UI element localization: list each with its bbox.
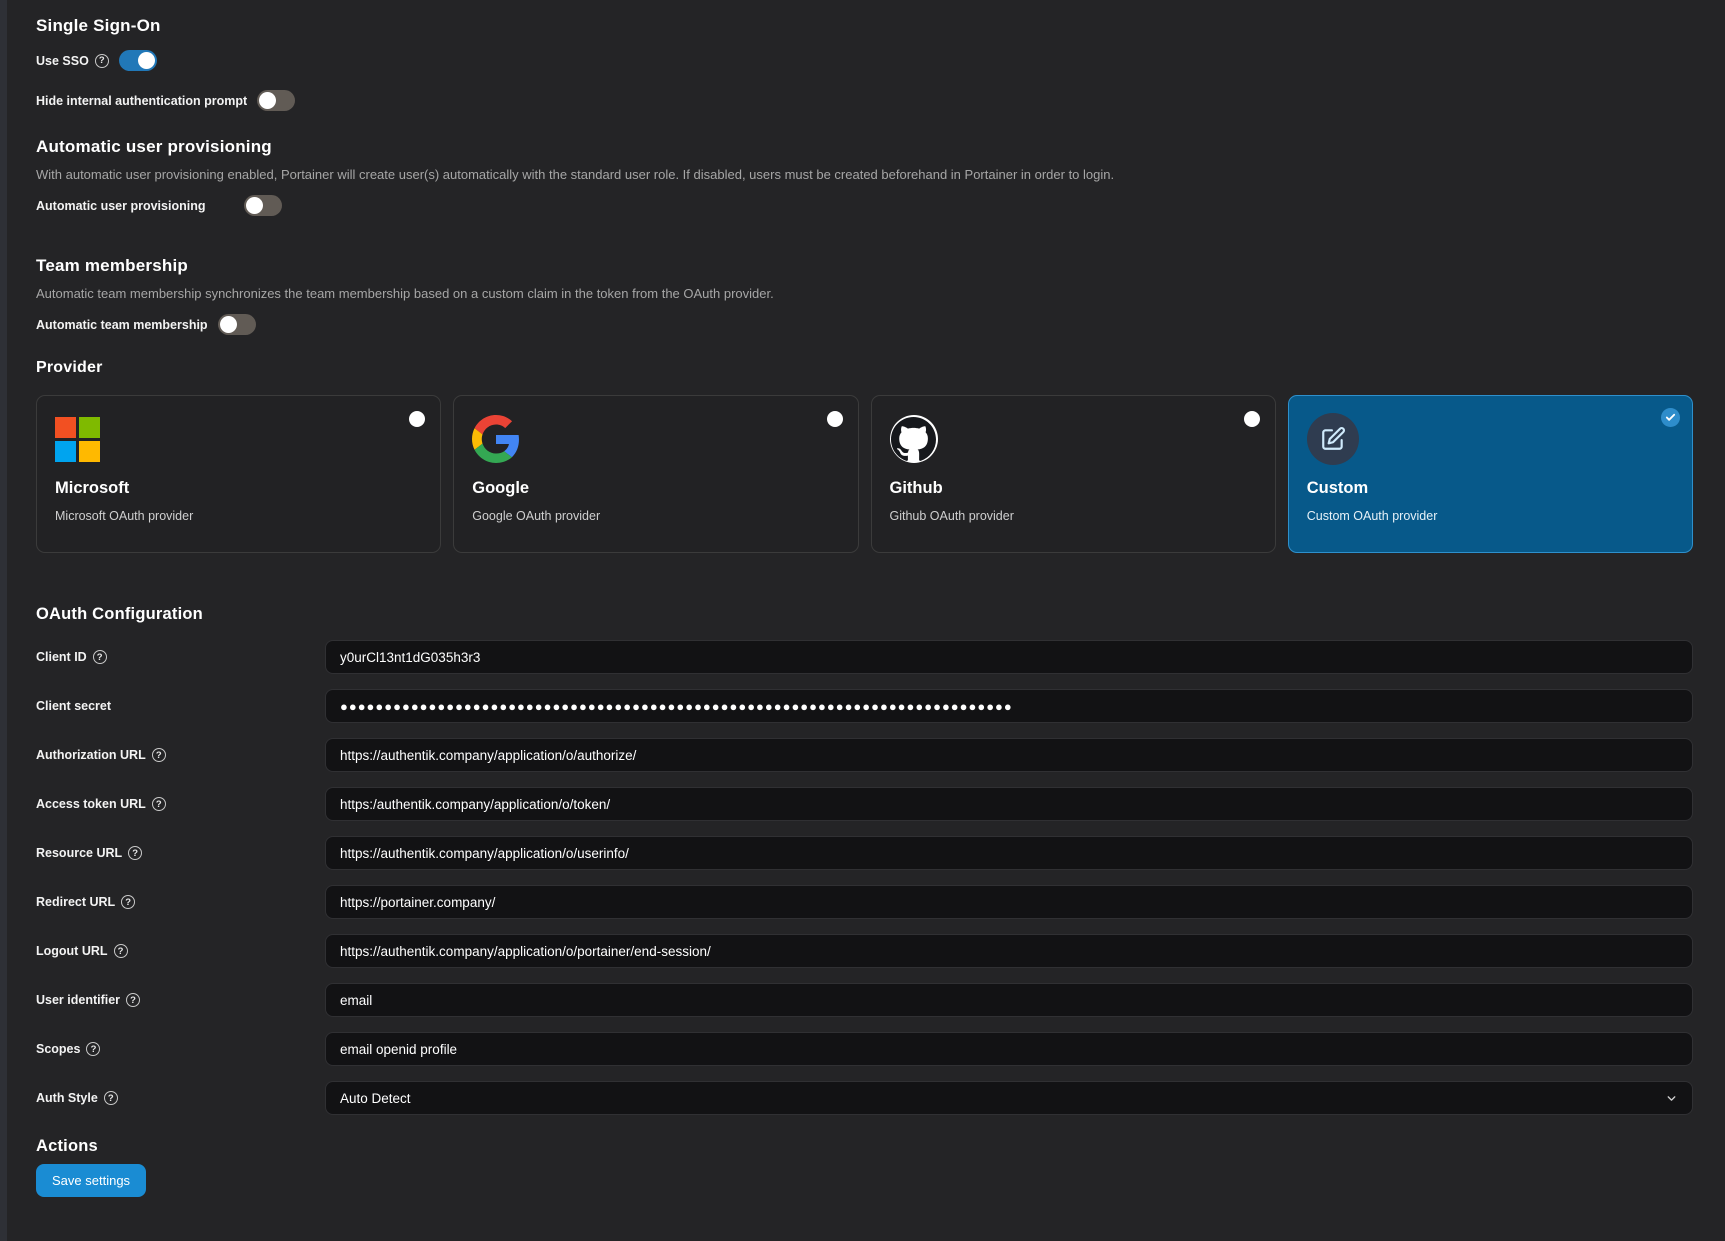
single-sign-on-heading: Single Sign-On: [36, 16, 1693, 36]
google-logo-icon: [472, 415, 520, 463]
auto-team-membership-toggle[interactable]: [218, 314, 256, 335]
help-icon[interactable]: ?: [152, 748, 166, 762]
help-icon[interactable]: ?: [114, 944, 128, 958]
oauth-form: Client ID? Client secret Authorization U…: [36, 640, 1693, 1115]
toggle-knob: [246, 197, 263, 214]
toggle-knob: [259, 92, 276, 109]
access-token-url-label: Access token URL?: [36, 797, 166, 811]
help-icon[interactable]: ?: [104, 1091, 118, 1105]
help-icon[interactable]: ?: [126, 993, 140, 1007]
auth-style-selected-value: Auto Detect: [340, 1091, 411, 1106]
logout-url-input[interactable]: [325, 934, 1693, 968]
auto-user-provisioning-toggle[interactable]: [244, 195, 282, 216]
chevron-down-icon: [1665, 1092, 1678, 1105]
logout-url-row: Logout URL?: [36, 934, 1693, 968]
provider-heading: Provider: [36, 359, 1693, 377]
redirect-url-label: Redirect URL?: [36, 895, 135, 909]
use-sso-label: Use SSO ?: [36, 54, 109, 68]
auto-user-provisioning-label: Automatic user provisioning: [36, 199, 234, 213]
hide-internal-auth-row: Hide internal authentication prompt: [36, 90, 1693, 111]
auto-team-membership-label: Automatic team membership: [36, 318, 208, 332]
actions-heading: Actions: [36, 1137, 1693, 1156]
toggle-knob: [138, 52, 155, 69]
team-membership-heading: Team membership: [36, 256, 1693, 276]
scopes-row: Scopes?: [36, 1032, 1693, 1066]
provider-card-microsoft[interactable]: Microsoft Microsoft OAuth provider: [36, 395, 441, 553]
provider-cards: Microsoft Microsoft OAuth provider Googl…: [36, 395, 1693, 553]
provider-card-subtitle: Github OAuth provider: [890, 509, 1257, 523]
provider-card-custom[interactable]: Custom Custom OAuth provider: [1288, 395, 1693, 553]
help-icon[interactable]: ?: [95, 54, 109, 68]
auto-user-provisioning-heading: Automatic user provisioning: [36, 137, 1693, 157]
access-token-url-input[interactable]: [325, 787, 1693, 821]
authorization-url-input[interactable]: [325, 738, 1693, 772]
save-settings-button[interactable]: Save settings: [36, 1164, 146, 1197]
user-identifier-row: User identifier?: [36, 983, 1693, 1017]
auto-user-provisioning-row: Automatic user provisioning: [36, 195, 1693, 216]
radio-unselected-icon[interactable]: [409, 411, 425, 427]
auth-style-row: Auth Style? Auto Detect: [36, 1081, 1693, 1115]
microsoft-logo-icon: [55, 417, 100, 462]
client-id-row: Client ID?: [36, 640, 1693, 674]
hide-internal-auth-toggle[interactable]: [257, 90, 295, 111]
oauth-configuration-heading: OAuth Configuration: [36, 605, 1693, 624]
use-sso-toggle[interactable]: [119, 50, 157, 71]
help-icon[interactable]: ?: [121, 895, 135, 909]
client-secret-input[interactable]: [325, 689, 1693, 723]
redirect-url-row: Redirect URL?: [36, 885, 1693, 919]
radio-unselected-icon[interactable]: [1244, 411, 1260, 427]
custom-edit-icon: [1307, 413, 1359, 465]
provider-card-subtitle: Custom OAuth provider: [1307, 509, 1674, 523]
logout-url-label: Logout URL?: [36, 944, 128, 958]
radio-unselected-icon[interactable]: [827, 411, 843, 427]
oauth-settings-page: Single Sign-On Use SSO ? Hide internal a…: [0, 0, 1725, 1241]
provider-card-title: Github: [890, 479, 1257, 498]
user-identifier-input[interactable]: [325, 983, 1693, 1017]
resource-url-row: Resource URL?: [36, 836, 1693, 870]
authorization-url-row: Authorization URL?: [36, 738, 1693, 772]
use-sso-row: Use SSO ?: [36, 50, 1693, 71]
provider-card-title: Google: [472, 479, 839, 498]
help-icon[interactable]: ?: [152, 797, 166, 811]
client-id-label: Client ID?: [36, 650, 107, 664]
team-membership-description: Automatic team membership synchronizes t…: [36, 286, 1693, 301]
provider-card-github[interactable]: Github Github OAuth provider: [871, 395, 1276, 553]
authorization-url-label: Authorization URL?: [36, 748, 166, 762]
provider-card-subtitle: Google OAuth provider: [472, 509, 839, 523]
resource-url-input[interactable]: [325, 836, 1693, 870]
provider-card-subtitle: Microsoft OAuth provider: [55, 509, 422, 523]
auto-team-membership-row: Automatic team membership: [36, 314, 1693, 335]
auth-style-select[interactable]: Auto Detect: [325, 1081, 1693, 1115]
resource-url-label: Resource URL?: [36, 846, 142, 860]
help-icon[interactable]: ?: [86, 1042, 100, 1056]
access-token-url-row: Access token URL?: [36, 787, 1693, 821]
provider-card-title: Microsoft: [55, 479, 422, 498]
github-logo-icon: [890, 415, 938, 463]
client-secret-label: Client secret: [36, 699, 111, 713]
client-id-input[interactable]: [325, 640, 1693, 674]
user-identifier-label: User identifier?: [36, 993, 140, 1007]
toggle-knob: [220, 316, 237, 333]
auto-user-provisioning-description: With automatic user provisioning enabled…: [36, 167, 1693, 182]
help-icon[interactable]: ?: [128, 846, 142, 860]
provider-card-title: Custom: [1307, 479, 1674, 498]
scopes-label: Scopes?: [36, 1042, 100, 1056]
auth-style-label: Auth Style?: [36, 1091, 118, 1105]
provider-card-google[interactable]: Google Google OAuth provider: [453, 395, 858, 553]
redirect-url-input[interactable]: [325, 885, 1693, 919]
scopes-input[interactable]: [325, 1032, 1693, 1066]
hide-internal-auth-label: Hide internal authentication prompt: [36, 94, 247, 108]
client-secret-row: Client secret: [36, 689, 1693, 723]
help-icon[interactable]: ?: [93, 650, 107, 664]
selected-check-icon[interactable]: [1661, 408, 1680, 427]
